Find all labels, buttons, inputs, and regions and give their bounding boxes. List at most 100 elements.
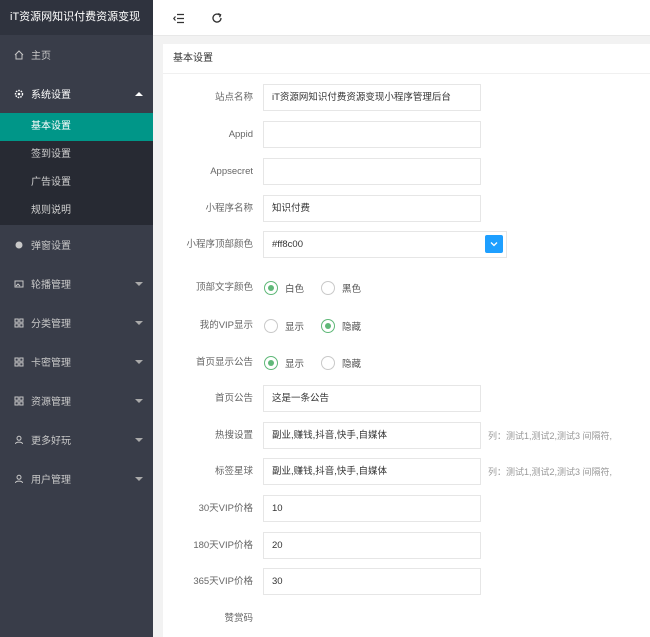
- radio-circle: [321, 319, 335, 333]
- sidebar-item-label: 弹窗设置: [31, 241, 71, 252]
- hot-search-hint: 列：测试1,测试2,测试3 间隔符,: [488, 431, 613, 441]
- sidebar-subitem-signin[interactable]: 签到设置: [0, 141, 153, 169]
- system-settings-submenu: 基本设置 签到设置 广告设置 规则说明: [0, 113, 153, 225]
- radio-label: 显示: [285, 359, 305, 370]
- tag-ball-input[interactable]: 副业,赚钱,抖音,快手,自媒体: [263, 458, 481, 485]
- settings-panel: 基本设置 站点名称 iT资源网知识付费资源变现小程序管理后台 Appid App…: [163, 44, 650, 637]
- mini-name-label: 小程序名称: [205, 203, 253, 214]
- user-icon: [14, 474, 24, 484]
- sidebar-subitem-ads[interactable]: 广告设置: [0, 169, 153, 197]
- home-notice-show-label: 首页显示公告: [195, 357, 253, 368]
- sidebar-item-label: 分类管理: [31, 319, 71, 330]
- radio-circle: [321, 356, 335, 370]
- appsecret-label: Appsecret: [210, 166, 253, 177]
- home-notice-label: 首页公告: [214, 393, 253, 404]
- chevron-down-icon: [135, 437, 143, 442]
- panel-title: 基本设置: [163, 44, 650, 74]
- image-icon: [14, 279, 24, 289]
- app-title: iT资源网知识付费资源变现: [0, 0, 153, 35]
- appid-input[interactable]: [263, 121, 481, 148]
- form-row-vip365: 365天VIP价格 30: [163, 568, 650, 596]
- sidebar-item-resources[interactable]: 资源管理: [0, 381, 153, 420]
- sidebar-item-popup[interactable]: 弹窗设置: [0, 225, 153, 264]
- radio-notice-hide[interactable]: 隐藏: [321, 356, 361, 370]
- sidebar-item-more-fun[interactable]: 更多好玩: [0, 420, 153, 459]
- refresh-icon[interactable]: [209, 10, 225, 26]
- radio-circle: [264, 356, 278, 370]
- vip365-label: 365天VIP价格: [193, 576, 253, 587]
- sidebar-item-users[interactable]: 用户管理: [0, 459, 153, 498]
- form-row-hot-search: 热搜设置 副业,赚钱,抖音,快手,自媒体 列：测试1,测试2,测试3 间隔符,: [163, 422, 650, 450]
- form-row-appsecret: Appsecret: [163, 158, 650, 186]
- menu-fold-icon[interactable]: [171, 10, 187, 26]
- vip180-label: 180天VIP价格: [193, 540, 253, 551]
- form-row-vip180: 180天VIP价格 20: [163, 532, 650, 560]
- form-row-top-text-color: 顶部文字颜色 白色 黑色: [163, 274, 650, 302]
- hot-search-input[interactable]: 副业,赚钱,抖音,快手,自媒体: [263, 422, 481, 449]
- sidebar-item-label: 用户管理: [31, 475, 71, 486]
- tag-ball-label: 标签星球: [214, 466, 253, 477]
- form-row-reward-code: 赞赏码: [163, 605, 650, 633]
- radio-circle: [321, 281, 335, 295]
- sidebar-item-label: 主页: [31, 51, 51, 62]
- form-row-mini-name: 小程序名称 知识付费: [163, 195, 650, 223]
- sidebar-item-carousel[interactable]: 轮播管理: [0, 264, 153, 303]
- appsecret-input[interactable]: [263, 158, 481, 185]
- chevron-down-icon: [135, 398, 143, 403]
- form-row-my-vip: 我的VIP显示 显示 隐藏: [163, 312, 650, 340]
- radio-circle: [264, 281, 278, 295]
- radio-label: 隐藏: [342, 359, 362, 370]
- reward-code-label: 赞赏码: [224, 613, 253, 624]
- sidebar-item-card-keys[interactable]: 卡密管理: [0, 342, 153, 381]
- radio-my-vip-show[interactable]: 显示: [264, 319, 304, 333]
- radio-top-text-white[interactable]: 白色: [264, 281, 304, 295]
- radio-top-text-black[interactable]: 黑色: [321, 281, 361, 295]
- sidebar-subitem-basic[interactable]: 基本设置: [0, 113, 153, 141]
- form-row-vip30: 30天VIP价格 10: [163, 495, 650, 523]
- tag-ball-hint: 列：测试1,测试2,测试3 间隔符,: [488, 467, 613, 477]
- sidebar-item-label: 轮播管理: [31, 280, 71, 291]
- color-picker-button[interactable]: [485, 235, 503, 253]
- grid-icon: [14, 357, 24, 367]
- grid-icon: [14, 396, 24, 406]
- vip30-input[interactable]: 10: [263, 495, 481, 522]
- radio-notice-show[interactable]: 显示: [264, 356, 304, 370]
- top-color-label: 小程序顶部颜色: [186, 239, 253, 250]
- site-name-label: 站点名称: [214, 92, 253, 103]
- dot-icon: [14, 240, 24, 250]
- home-icon: [14, 49, 24, 60]
- home-notice-input[interactable]: 这是一条公告: [263, 385, 481, 412]
- chevron-up-icon: [135, 91, 143, 96]
- vip180-input[interactable]: 20: [263, 532, 481, 559]
- radio-label: 隐藏: [342, 322, 362, 333]
- radio-label: 白色: [285, 284, 305, 295]
- vip365-input[interactable]: 30: [263, 568, 481, 595]
- form-row-appid: Appid: [163, 121, 650, 149]
- chevron-down-icon: [490, 242, 498, 247]
- sidebar-item-home[interactable]: 主页: [0, 35, 153, 74]
- form-row-tag-ball: 标签星球 副业,赚钱,抖音,快手,自媒体 列：测试1,测试2,测试3 间隔符,: [163, 458, 650, 486]
- sidebar-item-label: 资源管理: [31, 397, 71, 408]
- my-vip-label: 我的VIP显示: [199, 320, 253, 331]
- sidebar-item-label: 更多好玩: [31, 436, 71, 447]
- top-color-input[interactable]: #ff8c00: [263, 231, 507, 258]
- grid-icon: [14, 318, 24, 328]
- site-name-input[interactable]: iT资源网知识付费资源变现小程序管理后台: [263, 84, 481, 111]
- form-row-site-name: 站点名称 iT资源网知识付费资源变现小程序管理后台: [163, 84, 650, 112]
- radio-label: 黑色: [342, 284, 362, 295]
- appid-label: Appid: [228, 129, 253, 140]
- vip30-label: 30天VIP价格: [198, 503, 253, 514]
- user-icon: [14, 435, 24, 445]
- top-text-color-label: 顶部文字颜色: [195, 282, 253, 293]
- sidebar-item-label: 卡密管理: [31, 358, 71, 369]
- chevron-down-icon: [135, 320, 143, 325]
- sidebar-item-label: 系统设置: [31, 90, 71, 101]
- chevron-down-icon: [135, 476, 143, 481]
- sidebar-item-category[interactable]: 分类管理: [0, 303, 153, 342]
- mini-name-input[interactable]: 知识付费: [263, 195, 481, 222]
- sidebar-item-system-settings[interactable]: 系统设置: [0, 74, 153, 113]
- form-row-top-color: 小程序顶部颜色 #ff8c00: [163, 231, 650, 259]
- sidebar-subitem-rules[interactable]: 规则说明: [0, 197, 153, 225]
- radio-my-vip-hide[interactable]: 隐藏: [321, 319, 361, 333]
- radio-circle: [264, 319, 278, 333]
